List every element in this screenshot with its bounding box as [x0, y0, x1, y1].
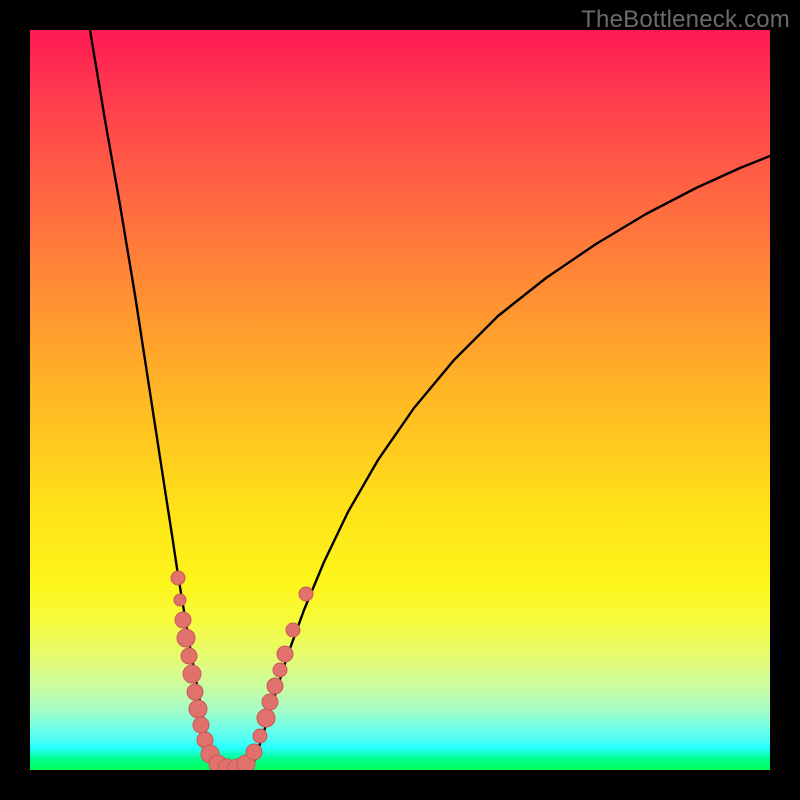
data-marker	[257, 709, 275, 727]
data-marker	[262, 694, 278, 710]
watermark-text: TheBottleneck.com	[581, 6, 790, 34]
data-marker	[183, 665, 201, 683]
data-marker	[177, 629, 195, 647]
data-marker	[174, 594, 186, 606]
data-marker	[299, 587, 313, 601]
data-marker	[267, 678, 283, 694]
data-marker	[193, 717, 209, 733]
data-marker	[286, 623, 300, 637]
plot-area	[30, 30, 770, 770]
data-marker	[246, 744, 262, 760]
marker-group	[171, 571, 313, 770]
data-marker	[189, 700, 207, 718]
data-marker	[171, 571, 185, 585]
data-marker	[273, 663, 287, 677]
data-marker	[181, 648, 197, 664]
data-marker	[187, 684, 203, 700]
chart-frame: TheBottleneck.com	[0, 0, 800, 800]
data-marker	[277, 646, 293, 662]
data-marker	[253, 729, 267, 743]
chart-svg	[30, 30, 770, 770]
data-marker	[175, 612, 191, 628]
